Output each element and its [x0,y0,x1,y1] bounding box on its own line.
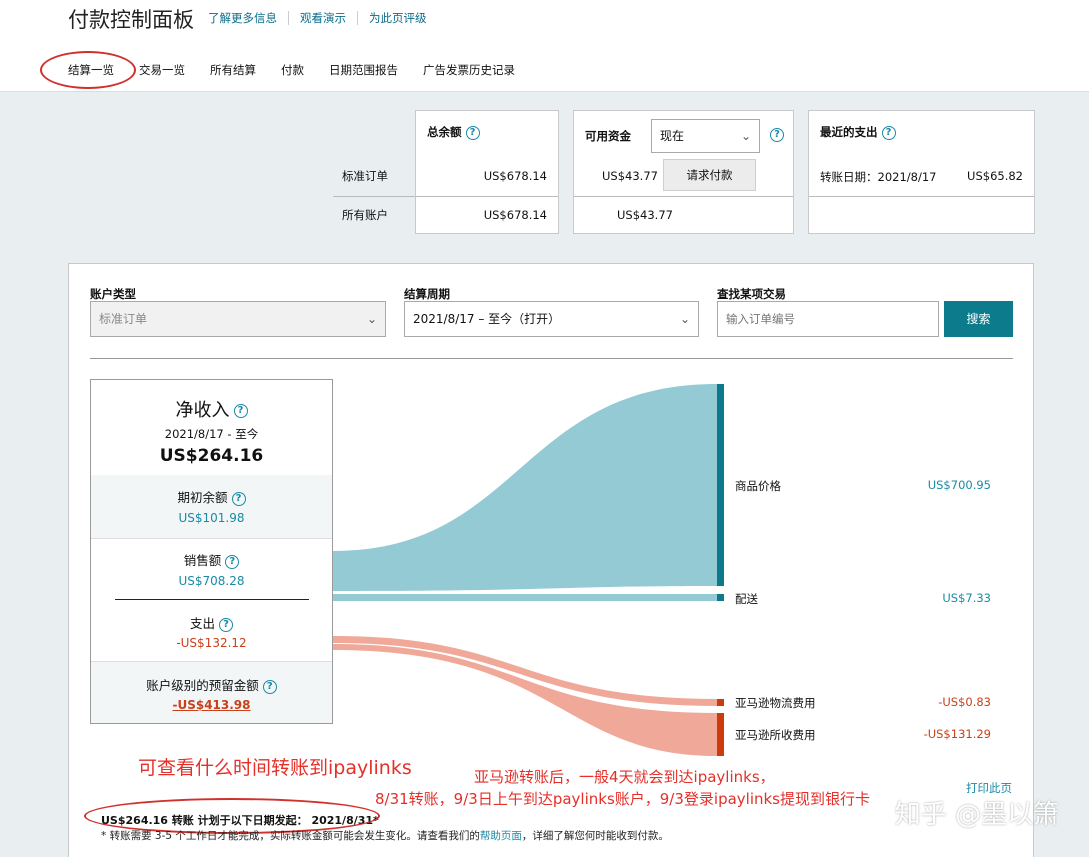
annotation-note: 8/31转账，9/3日上午到达paylinks账户，9/3登录ipaylinks… [375,790,871,808]
flow-shipping [333,594,717,601]
fba-fees-label: 亚马逊物流费用 [735,696,816,710]
bar-amazon-fees [717,713,724,756]
help-page-link[interactable]: 帮助页面 [480,830,522,842]
amazon-fees-label: 亚马逊所收费用 [735,728,816,742]
flow-fba-fees [333,636,717,706]
bar-product-price [717,384,724,586]
bar-shipping [717,594,724,601]
watermark: 知乎 @墨以箫 [894,800,1059,830]
annotation-note: 可查看什么时间转账到ipaylinks [138,757,412,779]
disclaimer: * 转账需要 3-5 个工作日才能完成，实际转账金额可能会发生变化。请查看我们的… [101,828,669,843]
flow-product-price [333,384,717,591]
bar-fba-fees [717,699,724,706]
annotation-note: 亚马逊转账后，一般4天就会到达ipaylinks， [474,768,775,786]
amazon-fees-value: -US$131.29 [923,727,991,741]
product-price-label: 商品价格 [735,479,781,493]
disclaimer-text: * 转账需要 3-5 个工作日才能完成，实际转账金额可能会发生变化。请查看我们的 [101,830,480,842]
disclaimer-text-end: ，详细了解您何时能收到付款。 [521,830,669,842]
fba-fees-value: -US$0.83 [938,695,991,709]
shipping-label: 配送 [735,592,758,606]
shipping-value: US$7.33 [942,591,991,605]
product-price-value: US$700.95 [927,478,991,492]
